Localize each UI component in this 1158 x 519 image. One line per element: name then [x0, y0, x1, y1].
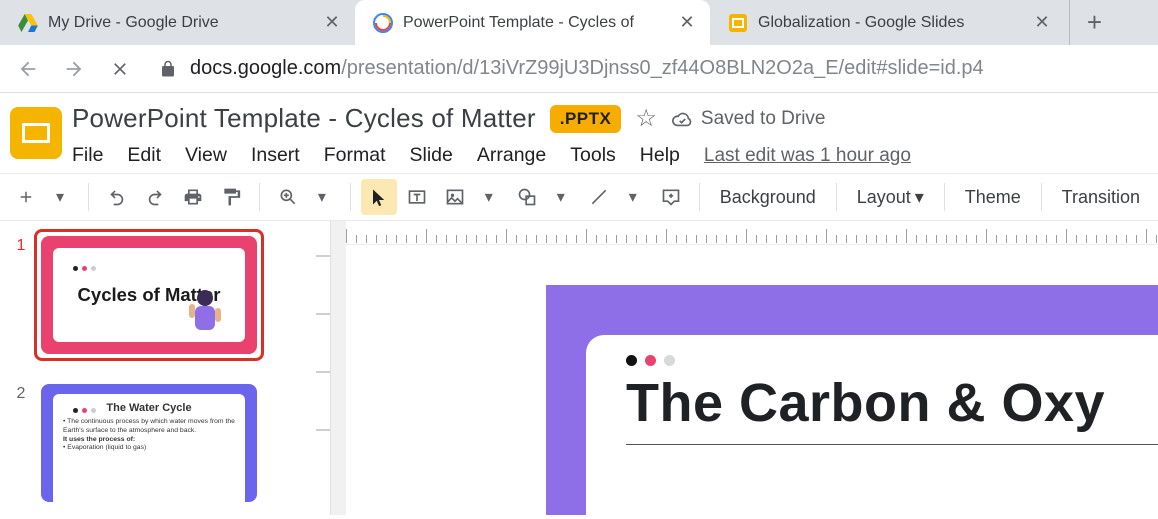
workspace: 1 2 Cycles of Matter The Water Cycle: [0, 221, 1158, 515]
menu-format[interactable]: Format: [324, 144, 386, 167]
tab-title: My Drive - Google Drive: [48, 14, 313, 32]
slide-thumbnail[interactable]: Cycles of Matter: [34, 229, 264, 361]
layout-button[interactable]: Layout▾: [847, 187, 934, 208]
browser-toolbar: docs.google.com/presentation/d/13iVrZ99j…: [0, 45, 1158, 93]
zoom-dropdown[interactable]: ▾: [304, 179, 340, 215]
toolbar: ▾ ▾ ▾ ▾ ▾ Background Layout▾ Theme Trans…: [0, 173, 1158, 221]
browser-tab-strip: My Drive - Google Drive ✕ PowerPoint Tem…: [0, 0, 1158, 45]
browser-tab[interactable]: Globalization - Google Slides ✕: [710, 0, 1065, 45]
slide-number: 1: [8, 237, 34, 385]
menu-edit[interactable]: Edit: [127, 144, 161, 167]
menu-slide[interactable]: Slide: [410, 144, 453, 167]
tab-title: Globalization - Google Slides: [758, 14, 1023, 32]
menu-file[interactable]: File: [72, 144, 103, 167]
undo-button[interactable]: [99, 179, 135, 215]
browser-tab[interactable]: My Drive - Google Drive ✕: [0, 0, 355, 45]
slide-thumbnail[interactable]: The Water Cycle • The continuous process…: [34, 377, 264, 509]
close-icon[interactable]: ✕: [678, 14, 696, 32]
filmstrip-scrollbar[interactable]: [330, 221, 346, 515]
insert-image-dropdown[interactable]: ▾: [471, 179, 507, 215]
background-button[interactable]: Background: [710, 187, 826, 208]
comment-button[interactable]: [653, 179, 689, 215]
save-status[interactable]: Saved to Drive: [671, 108, 826, 130]
horizontal-ruler[interactable]: [346, 221, 1158, 245]
select-tool[interactable]: [361, 179, 397, 215]
menu-tools[interactable]: Tools: [570, 144, 616, 167]
person-illustration: [185, 286, 225, 330]
menu-help[interactable]: Help: [640, 144, 680, 167]
slides-icon: [728, 13, 748, 33]
address-bar[interactable]: docs.google.com/presentation/d/13iVrZ99j…: [190, 57, 984, 80]
text-box-tool[interactable]: [399, 179, 435, 215]
line-tool[interactable]: [581, 179, 617, 215]
forward-button[interactable]: [54, 49, 94, 89]
canvas-area: The Carbon & Oxy: [346, 221, 1158, 515]
menu-bar: File Edit View Insert Format Slide Arran…: [72, 144, 1146, 173]
file-type-badge: .PPTX: [550, 105, 622, 133]
redo-button[interactable]: [137, 179, 173, 215]
new-slide-dropdown[interactable]: ▾: [42, 179, 78, 215]
slide-number: 2: [8, 385, 34, 515]
url-host: docs.google.com: [190, 57, 341, 80]
close-icon[interactable]: ✕: [1033, 14, 1051, 32]
menu-arrange[interactable]: Arrange: [477, 144, 546, 167]
cloud-done-icon: [671, 108, 693, 130]
theme-button[interactable]: Theme: [955, 187, 1031, 208]
line-dropdown[interactable]: ▾: [615, 179, 651, 215]
document-title[interactable]: PowerPoint Template - Cycles of Matter: [72, 103, 536, 134]
menu-insert[interactable]: Insert: [251, 144, 300, 167]
shape-dropdown[interactable]: ▾: [543, 179, 579, 215]
close-icon[interactable]: ✕: [323, 14, 341, 32]
insert-image-button[interactable]: [437, 179, 473, 215]
lock-icon[interactable]: [156, 57, 180, 81]
save-status-text: Saved to Drive: [701, 108, 826, 130]
star-icon[interactable]: ☆: [635, 104, 657, 133]
app-header: PowerPoint Template - Cycles of Matter .…: [0, 93, 1158, 173]
drive-icon: [18, 13, 38, 33]
menu-view[interactable]: View: [185, 144, 227, 167]
back-button[interactable]: [8, 49, 48, 89]
last-edit-link[interactable]: Last edit was 1 hour ago: [704, 145, 911, 167]
speaker-notes-markers: [316, 229, 330, 515]
tab-title: PowerPoint Template - Cycles of: [403, 14, 668, 32]
transition-button[interactable]: Transition: [1052, 187, 1150, 208]
new-slide-button[interactable]: [8, 179, 44, 215]
slides-logo[interactable]: [10, 107, 62, 159]
zoom-button[interactable]: [270, 179, 306, 215]
shape-tool[interactable]: [509, 179, 545, 215]
browser-tab[interactable]: PowerPoint Template - Cycles of ✕: [355, 0, 710, 45]
slide-title: The Carbon & Oxy: [626, 372, 1158, 445]
slides-file-icon: [373, 13, 393, 33]
chevron-down-icon: ▾: [915, 187, 924, 208]
stop-reload-button[interactable]: [100, 49, 140, 89]
slide-canvas[interactable]: The Carbon & Oxy: [346, 245, 1158, 515]
url-path: /presentation/d/13iVrZ99jU3Djnss0_zf44O8…: [341, 57, 983, 80]
paint-format-button[interactable]: [213, 179, 249, 215]
filmstrip: 1 2 Cycles of Matter The Water Cycle: [0, 221, 330, 515]
print-button[interactable]: [175, 179, 211, 215]
new-tab-button[interactable]: +: [1069, 0, 1119, 45]
